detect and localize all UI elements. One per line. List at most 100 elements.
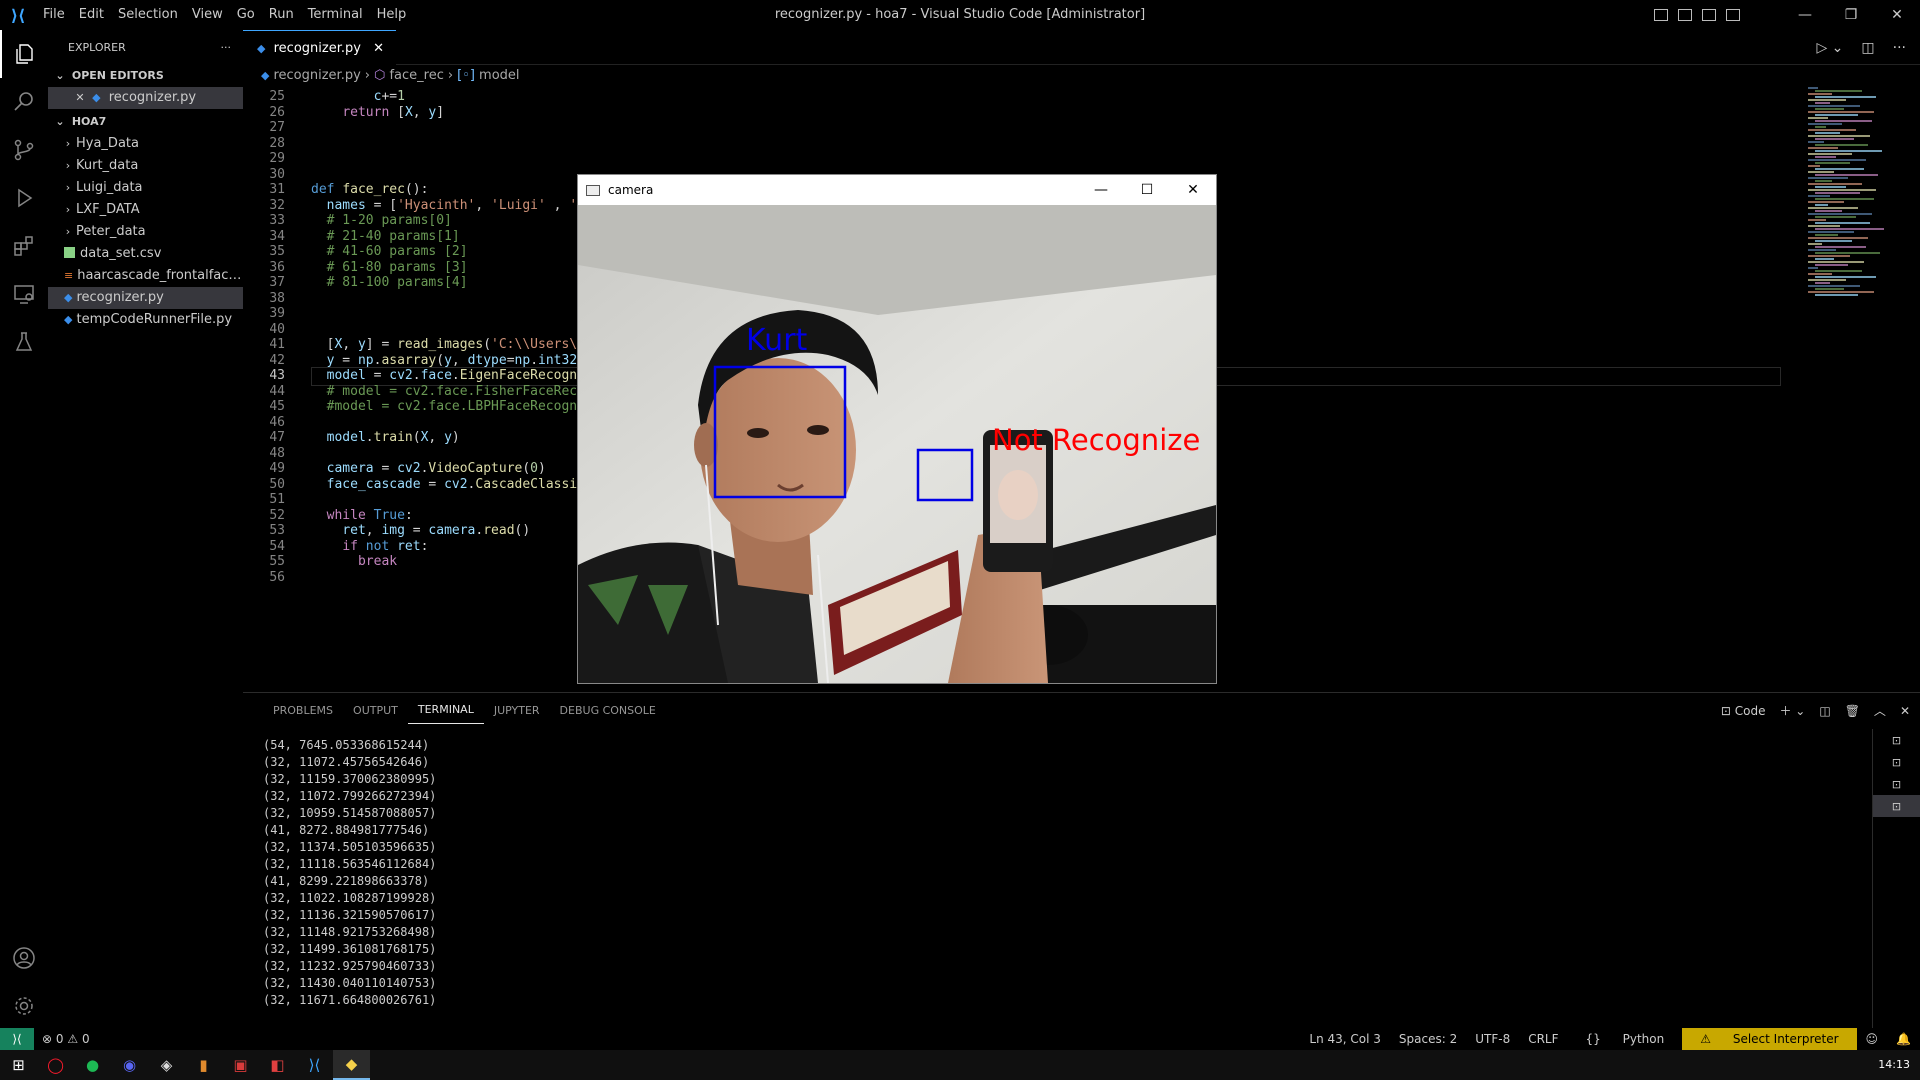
restore-button[interactable]: ❐ — [1828, 0, 1874, 30]
file-item-haarcascade[interactable]: ≡ haarcascade_frontalface_... — [48, 265, 243, 287]
taskbar-app-icon[interactable]: ◈ — [148, 1050, 185, 1080]
python-camera-taskbar-icon[interactable]: ◆ — [333, 1050, 370, 1080]
file-item-tempcoderunner[interactable]: ◆ tempCodeRunnerFile.py — [48, 309, 243, 331]
customize-layout-icon[interactable] — [1726, 9, 1740, 21]
more-actions-icon[interactable]: ··· — [1893, 40, 1906, 56]
code-line[interactable]: face_cascade = cv2.CascadeClassif — [311, 477, 585, 492]
breadcrumb-file[interactable]: recognizer.py — [273, 68, 360, 83]
terminal-instance-2[interactable]: ⊡ — [1873, 751, 1920, 773]
code-line[interactable]: # 41-60 params [2] — [311, 244, 468, 259]
code-line[interactable]: names = ['Hyacinth', 'Luigi' , 'K — [311, 198, 585, 213]
code-line[interactable]: [X, y] = read_images('C:\\Users\\ — [311, 337, 585, 352]
split-editor-icon[interactable]: ◫ — [1861, 40, 1874, 56]
terminal-instance-1[interactable]: ⊡ — [1873, 729, 1920, 751]
opera-browser-icon[interactable]: ◯ — [37, 1050, 74, 1080]
code-line[interactable]: # 1-20 params[0] — [311, 213, 452, 228]
menu-go[interactable]: Go — [230, 0, 262, 30]
indentation[interactable]: Spaces: 2 — [1390, 1032, 1466, 1046]
discord-icon[interactable]: ◉ — [111, 1050, 148, 1080]
menu-selection[interactable]: Selection — [111, 0, 185, 30]
menu-terminal[interactable]: Terminal — [301, 0, 370, 30]
code-line[interactable]: c+=1 — [311, 89, 405, 104]
camera-titlebar[interactable]: camera — ☐ ✕ — [578, 175, 1216, 205]
folder-item-luigi-data[interactable]: › Luigi_data — [48, 177, 243, 199]
vscode-taskbar-icon[interactable]: ⟩⟨ — [296, 1050, 333, 1080]
run-python-file-icon[interactable]: ▷ ⌄ — [1816, 40, 1843, 56]
menu-run[interactable]: Run — [262, 0, 301, 30]
toggle-primary-sidebar-icon[interactable] — [1654, 9, 1668, 21]
system-clock[interactable]: 14:13 — [1878, 1050, 1910, 1080]
taskbar-app-icon[interactable]: ▮ — [185, 1050, 222, 1080]
language-mode[interactable]: {} Python — [1568, 1032, 1683, 1046]
code-line[interactable]: break — [311, 554, 397, 569]
folder-item-hya-data[interactable]: › Hya_Data — [48, 133, 243, 155]
toggle-secondary-sidebar-icon[interactable] — [1702, 9, 1716, 21]
accounts-icon[interactable] — [0, 934, 48, 982]
select-interpreter-button[interactable]: ⚠ Select Interpreter — [1682, 1028, 1857, 1050]
tab-problems[interactable]: PROBLEMS — [263, 693, 343, 728]
windows-start-icon[interactable]: ⊞ — [0, 1050, 37, 1080]
taskbar-app-icon[interactable]: ◧ — [259, 1050, 296, 1080]
menu-view[interactable]: View — [185, 0, 230, 30]
minimize-button[interactable]: — — [1782, 0, 1828, 30]
tab-terminal[interactable]: TERMINAL — [407, 697, 484, 724]
camera-maximize-button[interactable]: ☐ — [1124, 175, 1170, 205]
code-line[interactable]: y = np.asarray(y, dtype=np.int32) — [311, 353, 585, 368]
search-icon[interactable] — [0, 78, 48, 126]
tab-debug-console[interactable]: DEBUG CONSOLE — [550, 693, 666, 728]
source-control-icon[interactable] — [0, 126, 48, 174]
menu-file[interactable]: File — [36, 0, 72, 30]
explorer-icon[interactable] — [0, 30, 48, 78]
folder-section-hoa7[interactable]: ⌄ HOA7 — [48, 111, 243, 133]
code-line[interactable]: # 81-100 params[4] — [311, 275, 468, 290]
menu-edit[interactable]: Edit — [72, 0, 111, 30]
close-tab-icon[interactable]: ✕ — [373, 41, 384, 56]
encoding[interactable]: UTF-8 — [1466, 1032, 1519, 1046]
remote-indicator-icon[interactable]: ⟩⟨ — [0, 1028, 34, 1050]
taskbar-app-icon[interactable]: ▣ — [222, 1050, 259, 1080]
notifications-bell-icon[interactable]: 🔔 — [1887, 1032, 1920, 1046]
code-line[interactable]: # model = cv2.face.FisherFaceReco — [311, 384, 585, 399]
problems-indicator[interactable]: ⊗ 0 ⚠ 0 — [34, 1032, 90, 1046]
code-line[interactable]: camera = cv2.VideoCapture(0) — [311, 461, 546, 476]
tab-jupyter[interactable]: JUPYTER — [484, 693, 550, 728]
feedback-icon[interactable]: ☺ — [1857, 1032, 1888, 1046]
code-line[interactable]: model.train(X, y) — [311, 430, 460, 445]
camera-window[interactable]: camera — ☐ ✕ Kurt Not Recognize — [577, 174, 1217, 684]
camera-close-button[interactable]: ✕ — [1170, 175, 1216, 205]
close-button[interactable]: ✕ — [1874, 0, 1920, 30]
file-item-recognizer-py[interactable]: ◆ recognizer.py — [48, 287, 243, 309]
spotify-icon[interactable]: ● — [74, 1050, 111, 1080]
testing-icon[interactable] — [0, 318, 48, 366]
code-line[interactable]: return [X, y] — [311, 105, 444, 120]
toggle-panel-icon[interactable] — [1678, 9, 1692, 21]
tab-recognizer-py[interactable]: ◆ recognizer.py ✕ — [243, 30, 396, 65]
breadcrumb-variable[interactable]: model — [479, 68, 519, 83]
code-line[interactable]: model = cv2.face.EigenFaceRecogni — [311, 368, 585, 383]
maximize-panel-icon[interactable]: ︿ — [1874, 702, 1886, 719]
remote-explorer-icon[interactable] — [0, 270, 48, 318]
minimap[interactable] — [1802, 87, 1920, 307]
terminal-instance-3[interactable]: ⊡ — [1873, 773, 1920, 795]
menu-help[interactable]: Help — [370, 0, 414, 30]
manage-gear-icon[interactable] — [0, 982, 48, 1030]
open-editors-section[interactable]: ⌄ OPEN EDITORS — [48, 65, 243, 87]
more-actions-icon[interactable]: ··· — [221, 30, 232, 65]
close-editor-icon[interactable]: ✕ — [72, 87, 88, 109]
terminal-profile-button[interactable]: ⊡ Code — [1721, 704, 1766, 718]
run-debug-icon[interactable] — [0, 174, 48, 222]
new-terminal-icon[interactable]: ＋ ⌄ — [1779, 702, 1805, 719]
terminal-instance-4[interactable]: ⊡ — [1873, 795, 1920, 817]
terminal-output[interactable]: (54, 7645.053368615244) (32, 11072.457565… — [263, 737, 436, 1009]
code-line[interactable]: ret, img = camera.read() — [311, 523, 530, 538]
folder-item-peter-data[interactable]: › Peter_data — [48, 221, 243, 243]
code-line[interactable]: def face_rec(): — [311, 182, 428, 197]
code-line[interactable]: if not ret: — [311, 539, 428, 554]
file-item-data-set-csv[interactable]: data_set.csv — [48, 243, 243, 265]
folder-item-lxf-data[interactable]: › LXF_DATA — [48, 199, 243, 221]
open-editor-item[interactable]: ✕ ◆ recognizer.py — [48, 87, 243, 109]
camera-minimize-button[interactable]: — — [1078, 175, 1124, 205]
close-panel-icon[interactable]: ✕ — [1900, 704, 1910, 718]
kill-terminal-icon[interactable]: 🗑 — [1845, 704, 1860, 718]
folder-item-kurt-data[interactable]: › Kurt_data — [48, 155, 243, 177]
